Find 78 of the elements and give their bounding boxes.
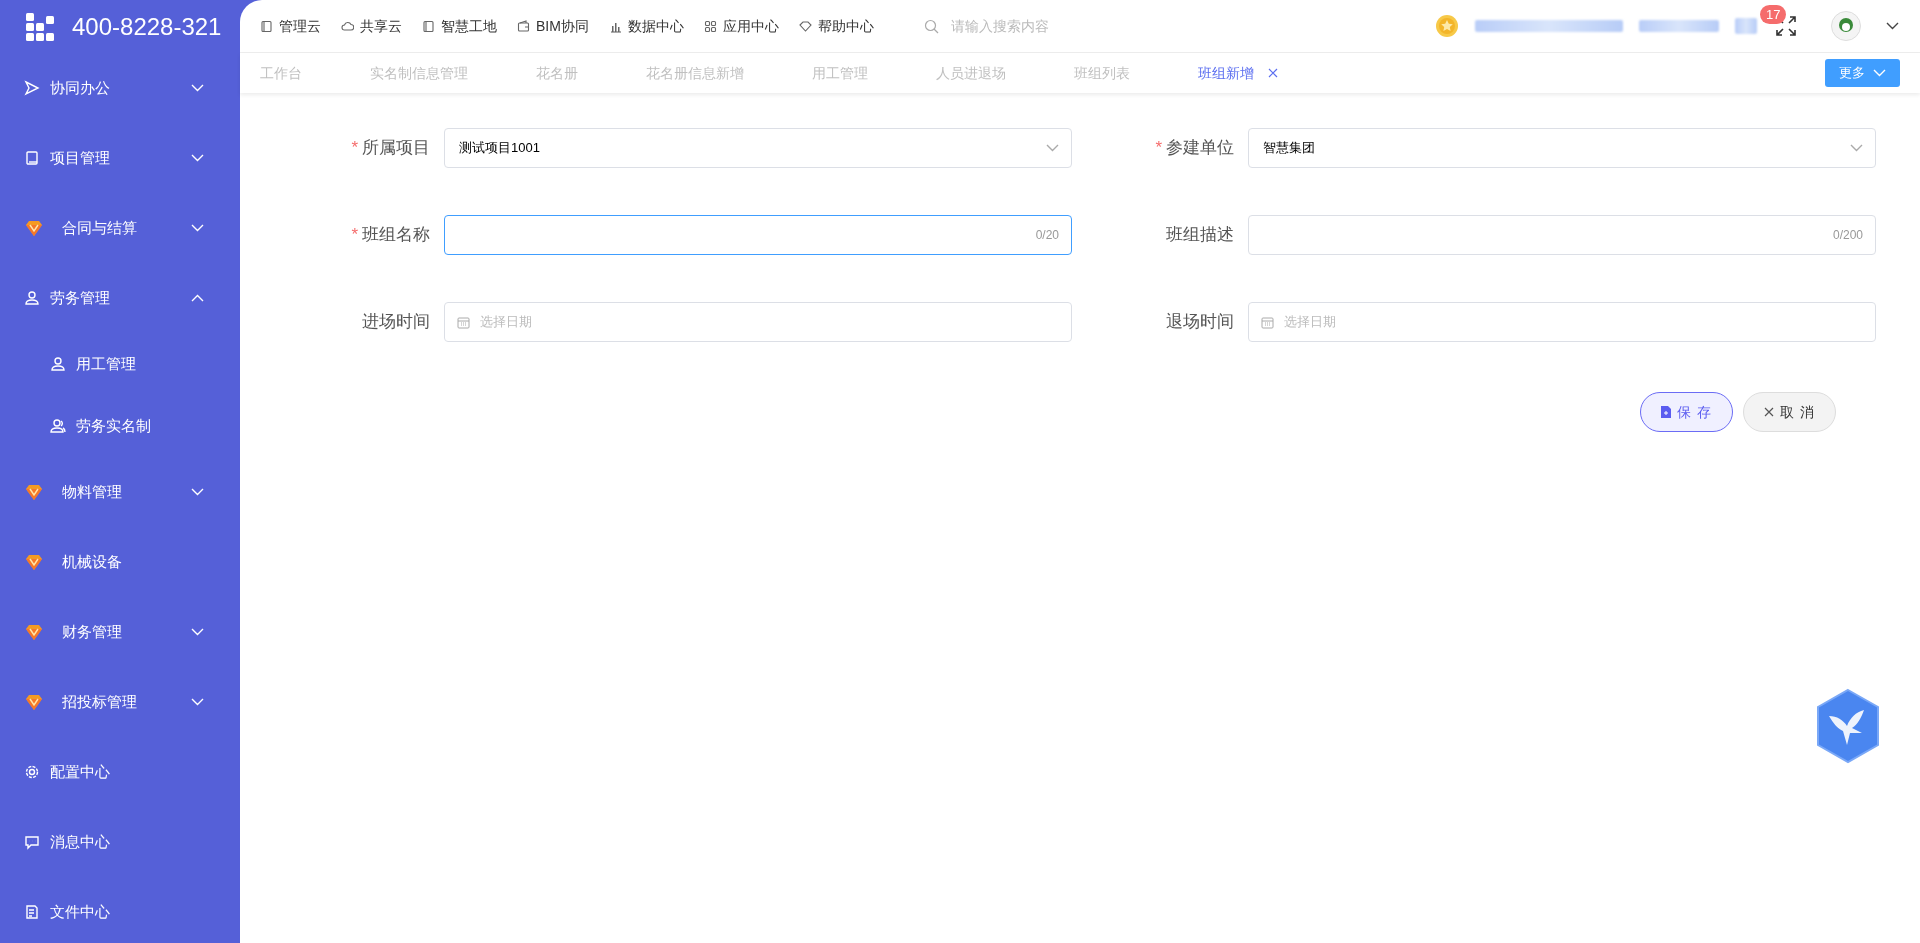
diamond-icon — [798, 19, 812, 33]
cloud-icon — [341, 19, 354, 33]
tab[interactable]: 班组新增 — [1198, 62, 1278, 84]
gem-icon — [24, 552, 44, 572]
grid-icon — [703, 19, 717, 33]
sidebar-subitem[interactable]: 劳务实名制 — [0, 395, 240, 457]
required-asterisk: * — [1155, 138, 1162, 158]
sidebar-item[interactable]: 协同办公 — [0, 53, 240, 123]
sidebar-item[interactable]: 财务管理 — [0, 597, 240, 667]
wallet-icon — [517, 19, 530, 33]
book-icon — [260, 19, 273, 33]
nav-link[interactable]: 共享云 — [341, 15, 402, 37]
save-button[interactable]: 保 存 — [1640, 392, 1734, 432]
bird-logo-icon[interactable] — [1815, 688, 1881, 764]
sidebar-item[interactable]: 劳务管理 — [0, 263, 240, 333]
chevron-icon — [1873, 69, 1886, 77]
chevron-icon — [1046, 144, 1059, 152]
nav-link[interactable]: 智慧工地 — [422, 15, 497, 37]
sidebar-item[interactable]: 招投标管理 — [0, 667, 240, 737]
sidebar-item[interactable]: 项目管理 — [0, 123, 240, 193]
nav-link[interactable]: 应用中心 — [703, 15, 779, 37]
chevron-icon — [1850, 144, 1863, 152]
field-value[interactable]: 智慧集团 — [1261, 137, 1842, 159]
person-icon — [50, 356, 66, 372]
gear-icon — [24, 764, 40, 780]
gem-icon — [24, 218, 44, 238]
avatar-icon[interactable] — [1831, 11, 1861, 41]
field-input[interactable]: 选择日期 — [478, 311, 1059, 333]
input-field[interactable]: 0/200 — [1248, 215, 1876, 255]
sidebar-item[interactable]: 文件中心 — [0, 877, 240, 943]
field-label: 进场时间 — [362, 312, 430, 332]
chat-icon — [24, 834, 40, 850]
field-label: 参建单位 — [1166, 138, 1234, 158]
sidebar-item[interactable]: 机械设备 — [0, 527, 240, 597]
chevron-icon — [1885, 22, 1900, 30]
field-label: 班组描述 — [1166, 225, 1234, 245]
nav-link[interactable]: 数据中心 — [608, 15, 684, 37]
more-button[interactable]: 更多 — [1825, 59, 1900, 87]
send-icon — [24, 80, 40, 96]
notification-badge: 17 — [1760, 5, 1787, 24]
field-input[interactable]: 选择日期 — [1282, 311, 1863, 333]
nav-link[interactable]: BIM协同 — [517, 15, 589, 37]
close-icon — [1764, 407, 1775, 417]
nav-link[interactable]: 管理云 — [260, 15, 321, 37]
sidebar-item[interactable]: 消息中心 — [0, 807, 240, 877]
sidebar-item[interactable]: 物料管理 — [0, 457, 240, 527]
select-field[interactable]: 测试项目1001 — [444, 128, 1072, 168]
input-field[interactable]: 0/20 — [444, 215, 1072, 255]
gem-icon — [24, 692, 44, 712]
field-label: 所属项目 — [362, 138, 430, 158]
sidebar-item[interactable]: 合同与结算 — [0, 193, 240, 263]
field-label: 班组名称 — [362, 225, 430, 245]
date-field[interactable]: 选择日期 — [1248, 302, 1876, 342]
nav-link[interactable]: 帮助中心 — [798, 15, 874, 37]
sidebar-item[interactable]: 配置中心 — [0, 737, 240, 807]
required-asterisk: * — [351, 225, 358, 245]
book-icon — [422, 19, 435, 33]
calendar-icon — [457, 315, 470, 329]
logo-text: 400-8228-321 — [72, 11, 222, 42]
gem-icon — [24, 482, 44, 502]
field-value[interactable]: 测试项目1001 — [457, 137, 1038, 159]
document-icon — [24, 904, 40, 920]
search-icon — [923, 18, 939, 34]
person-icon — [24, 290, 40, 306]
select-field[interactable]: 智慧集团 — [1248, 128, 1876, 168]
cancel-button[interactable]: 取 消 — [1743, 392, 1836, 432]
people-icon — [50, 418, 66, 434]
book-icon — [24, 150, 40, 166]
sidebar-subitem[interactable]: 用工管理 — [0, 333, 240, 395]
close-icon — [1268, 68, 1278, 78]
gem-icon — [24, 622, 44, 642]
coin-icon — [1435, 14, 1459, 38]
date-field[interactable]: 选择日期 — [444, 302, 1072, 342]
document-icon — [1661, 406, 1672, 418]
redacted-text-block — [1735, 18, 1757, 34]
required-asterisk: * — [351, 138, 358, 158]
field-label: 退场时间 — [1166, 312, 1234, 332]
calendar-icon — [1261, 315, 1274, 329]
